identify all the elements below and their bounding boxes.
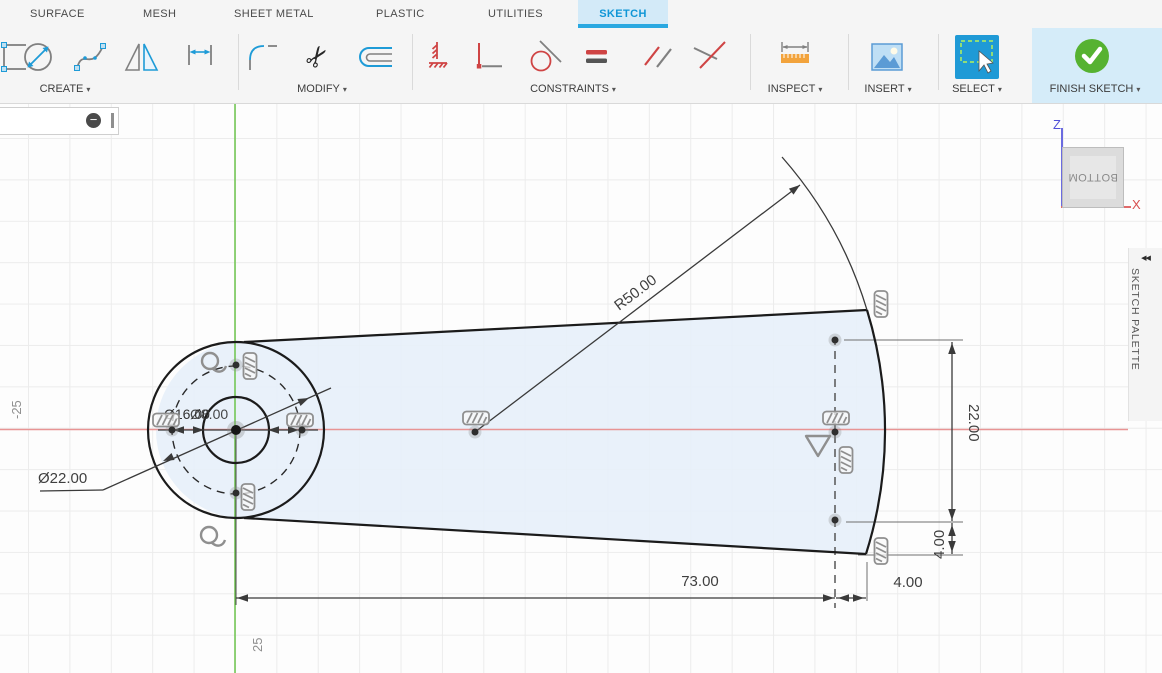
chevron-down-icon: ▾ — [998, 85, 1002, 94]
viewcube-x-label: X — [1132, 197, 1141, 212]
svg-text:R50.00: R50.00 — [611, 272, 660, 315]
parallel-constraint-icon[interactable] — [636, 34, 680, 80]
tangent-constraint-icon[interactable] — [523, 34, 567, 80]
tab-utilities[interactable]: UTILITIES — [482, 0, 549, 28]
collinear-constraint-icon[interactable] — [688, 34, 732, 80]
circle-diameter-icon[interactable] — [16, 34, 60, 80]
sketch-dimension-icon[interactable] — [178, 34, 222, 80]
select-dropdown[interactable]: SELECT▾ — [952, 83, 1002, 95]
fixed-constraint-icon[interactable] — [415, 34, 459, 80]
chevron-down-icon: ▾ — [1136, 85, 1140, 94]
constraints-dropdown[interactable]: CONSTRAINTS▾ — [530, 83, 616, 95]
svg-text:4.00: 4.00 — [931, 530, 948, 559]
dimension-73[interactable]: 73.00 — [236, 573, 835, 602]
finish-sketch-check-icon[interactable] — [1070, 34, 1114, 80]
sketch-palette-label: SKETCH PALETTE — [1129, 268, 1141, 371]
sketch-canvas[interactable]: R50.00 Ø22.00 Ø16.00 Ø8.00 22.00 — [0, 103, 1162, 673]
svg-text:Ø8.00: Ø8.00 — [190, 406, 228, 422]
offset-icon[interactable] — [352, 34, 396, 80]
insert-image-icon[interactable] — [865, 34, 909, 80]
toolbar-separator — [412, 34, 413, 90]
dimension-4-horizontal[interactable]: 4.00 — [836, 574, 923, 602]
dimension-4-vertical[interactable]: 4.00 — [931, 523, 956, 559]
fusion360-sketch-window: { "caret": "▾", "tabs": [ {"label": "SUR… — [0, 0, 1162, 673]
tab-sheet-metal[interactable]: SHEET METAL — [228, 0, 320, 28]
svg-text:Ø22.00: Ø22.00 — [38, 470, 87, 487]
chevron-down-icon: ▾ — [86, 85, 90, 94]
sketch-geometry: R50.00 Ø22.00 Ø16.00 Ø8.00 22.00 — [0, 103, 1162, 673]
axis-label-neg25: -25 — [9, 400, 24, 419]
chevron-down-icon: ▾ — [818, 85, 822, 94]
tab-surface[interactable]: SURFACE — [24, 0, 91, 28]
toolbar-separator — [750, 34, 751, 90]
collapse-minus-icon[interactable]: − — [86, 113, 101, 128]
expand-left-icon[interactable]: ◀◀ — [1129, 254, 1162, 262]
svg-text:73.00: 73.00 — [681, 573, 719, 590]
create-dropdown[interactable]: CREATE▾ — [40, 83, 91, 95]
svg-text:4.00: 4.00 — [893, 574, 922, 591]
finish-sketch-dropdown[interactable]: FINISH SKETCH▾ — [1050, 83, 1141, 95]
tab-sketch[interactable]: SKETCH — [578, 0, 668, 28]
viewcube[interactable]: BOTTOM — [1062, 147, 1124, 208]
toolbar-separator — [938, 34, 939, 90]
insert-dropdown[interactable]: INSERT▾ — [864, 83, 911, 95]
spline-icon[interactable] — [68, 34, 112, 80]
fillet-icon[interactable] — [241, 34, 285, 80]
browser-resize-handle[interactable] — [111, 113, 114, 128]
sketch-palette-tab[interactable]: ◀◀ SKETCH PALETTE — [1128, 248, 1162, 421]
measure-icon[interactable] — [773, 34, 817, 80]
equal-constraint-icon[interactable] — [574, 34, 618, 80]
modify-dropdown[interactable]: MODIFY▾ — [297, 83, 347, 95]
chevron-down-icon: ▾ — [343, 85, 347, 94]
tab-plastic[interactable]: PLASTIC — [370, 0, 431, 28]
svg-text:22.00: 22.00 — [965, 404, 982, 442]
ribbon-toolbar: SURFACE MESH SHEET METAL PLASTIC UTILITI… — [0, 0, 1162, 104]
dimension-22[interactable]: 22.00 — [948, 342, 982, 521]
viewcube-z-label: Z — [1053, 117, 1061, 132]
mirror-icon[interactable] — [120, 34, 164, 80]
browser-header-collapsed[interactable]: − — [0, 107, 119, 135]
toolbar-separator — [238, 34, 239, 90]
vertical-horizontal-constraint-icon[interactable] — [465, 34, 509, 80]
tab-mesh[interactable]: MESH — [137, 0, 182, 28]
chevron-down-icon: ▾ — [612, 85, 616, 94]
inspect-dropdown[interactable]: INSPECT▾ — [768, 83, 823, 95]
chevron-down-icon: ▾ — [908, 85, 912, 94]
select-cursor-icon[interactable] — [955, 34, 999, 80]
trim-scissors-icon[interactable]: ✂ — [296, 34, 340, 80]
toolbar-separator — [848, 34, 849, 90]
viewcube-face-label[interactable]: BOTTOM — [1070, 156, 1116, 199]
axis-label-25: 25 — [250, 638, 265, 652]
